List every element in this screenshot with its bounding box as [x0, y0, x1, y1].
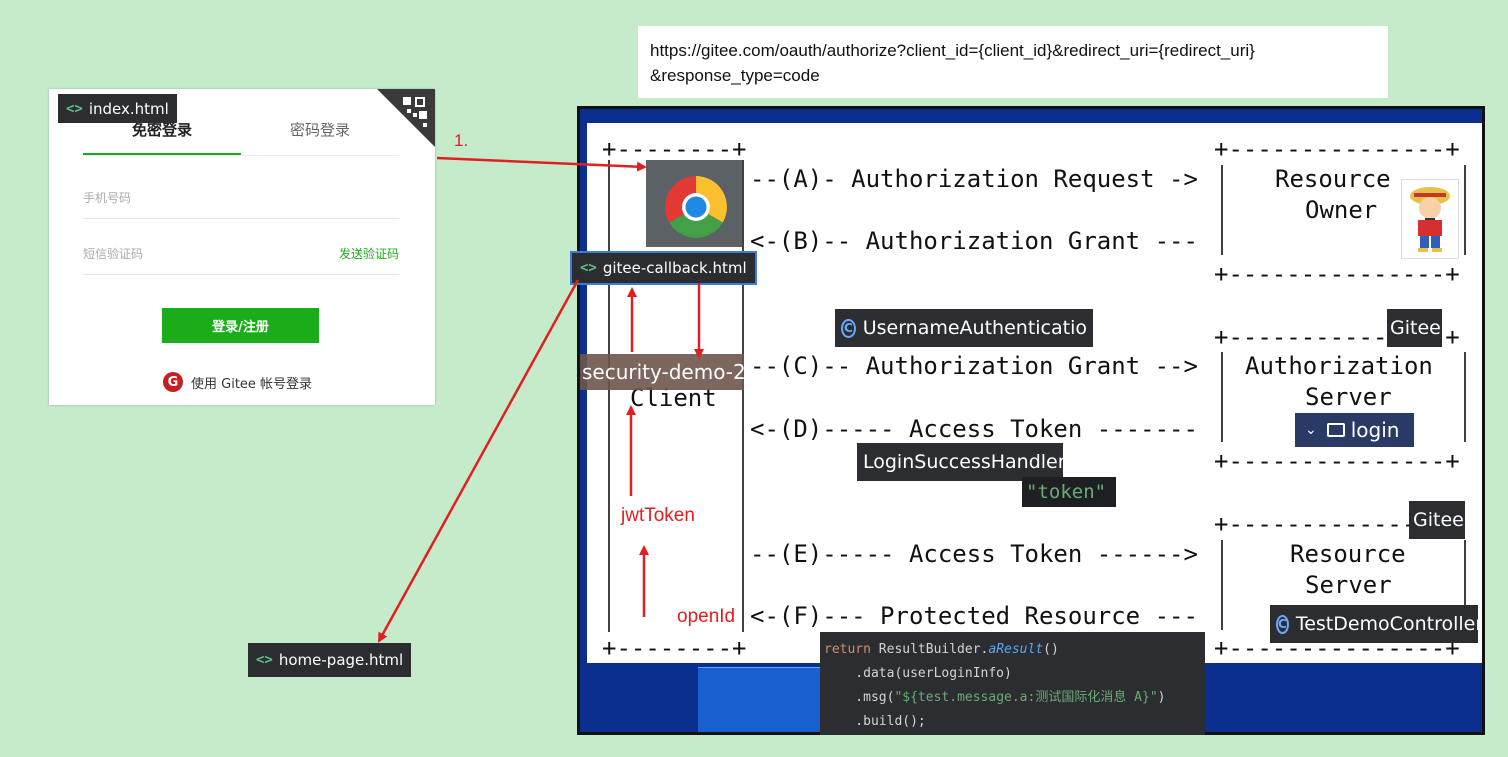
resource-owner-avatar — [1401, 179, 1459, 259]
resource-server-label-2: Server — [1305, 571, 1392, 599]
test-demo-controller-label: TestDemoController — [1295, 613, 1478, 635]
chevron-down-icon: ⌄ — [1305, 422, 1317, 438]
gitee-callback-html-tag: <> gitee-callback.html — [570, 251, 757, 285]
auth-server-label-1: Authorization — [1245, 352, 1433, 380]
test-demo-controller-class: C TestDemoController — [1270, 605, 1478, 643]
login-folder-node[interactable]: ⌄ login — [1295, 413, 1414, 447]
step-1-label: 1. — [454, 131, 469, 150]
gitee-callback-html-label: gitee-callback.html — [602, 259, 747, 277]
gitee-package-tag-2: Gitee — [1409, 501, 1465, 539]
resource-owner-label-1: Resource — [1275, 165, 1391, 193]
login-success-handler-class: LoginSuccessHandler — [857, 443, 1063, 481]
open-id-label: openId — [677, 606, 736, 627]
resource-server-label-1: Resource — [1290, 540, 1406, 568]
flow-row-a: --(A)- Authorization Request -> — [750, 165, 1198, 193]
auth-server-label-2: Server — [1305, 383, 1392, 411]
resource-owner-label-2: Owner — [1305, 196, 1378, 224]
username-authentication-label: UsernameAuthenticatio — [862, 317, 1087, 339]
luffy-avatar-image — [1410, 187, 1450, 252]
chrome-browser-icon-box — [646, 160, 742, 247]
token-string-literal: "token" — [1022, 477, 1116, 507]
jwt-token-label: jwtToken — [621, 505, 695, 526]
flow-row-d: <-(D)----- Access Token ------- — [750, 415, 1198, 443]
username-authentication-class: C UsernameAuthenticatio — [835, 309, 1093, 347]
result-builder-code-snippet: return ResultBuilder.aResult() .data(use… — [820, 632, 1205, 735]
flow-row-b: <-(B)-- Authorization Grant --- — [750, 227, 1198, 255]
folder-icon — [1326, 423, 1345, 437]
flow-row-e: --(E)----- Access Token ------> — [750, 540, 1198, 568]
class-icon: C — [1276, 614, 1289, 634]
flow-row-c: --(C)-- Authorization Grant --> — [750, 352, 1198, 380]
login-folder-label: login — [1350, 418, 1400, 442]
chrome-icon — [665, 176, 727, 238]
security-demo-module-tag: security-demo-2 — [580, 354, 746, 390]
class-icon: C — [841, 318, 856, 338]
code-icon: <> — [580, 260, 597, 276]
login-success-handler-label: LoginSuccessHandler — [863, 451, 1063, 473]
flow-row-f: <-(F)--- Protected Resource --- — [750, 602, 1198, 630]
gitee-package-tag-1: Gitee — [1387, 309, 1442, 347]
gitee-package-label-1: Gitee — [1390, 317, 1441, 339]
gitee-package-label-2: Gitee — [1413, 509, 1464, 531]
